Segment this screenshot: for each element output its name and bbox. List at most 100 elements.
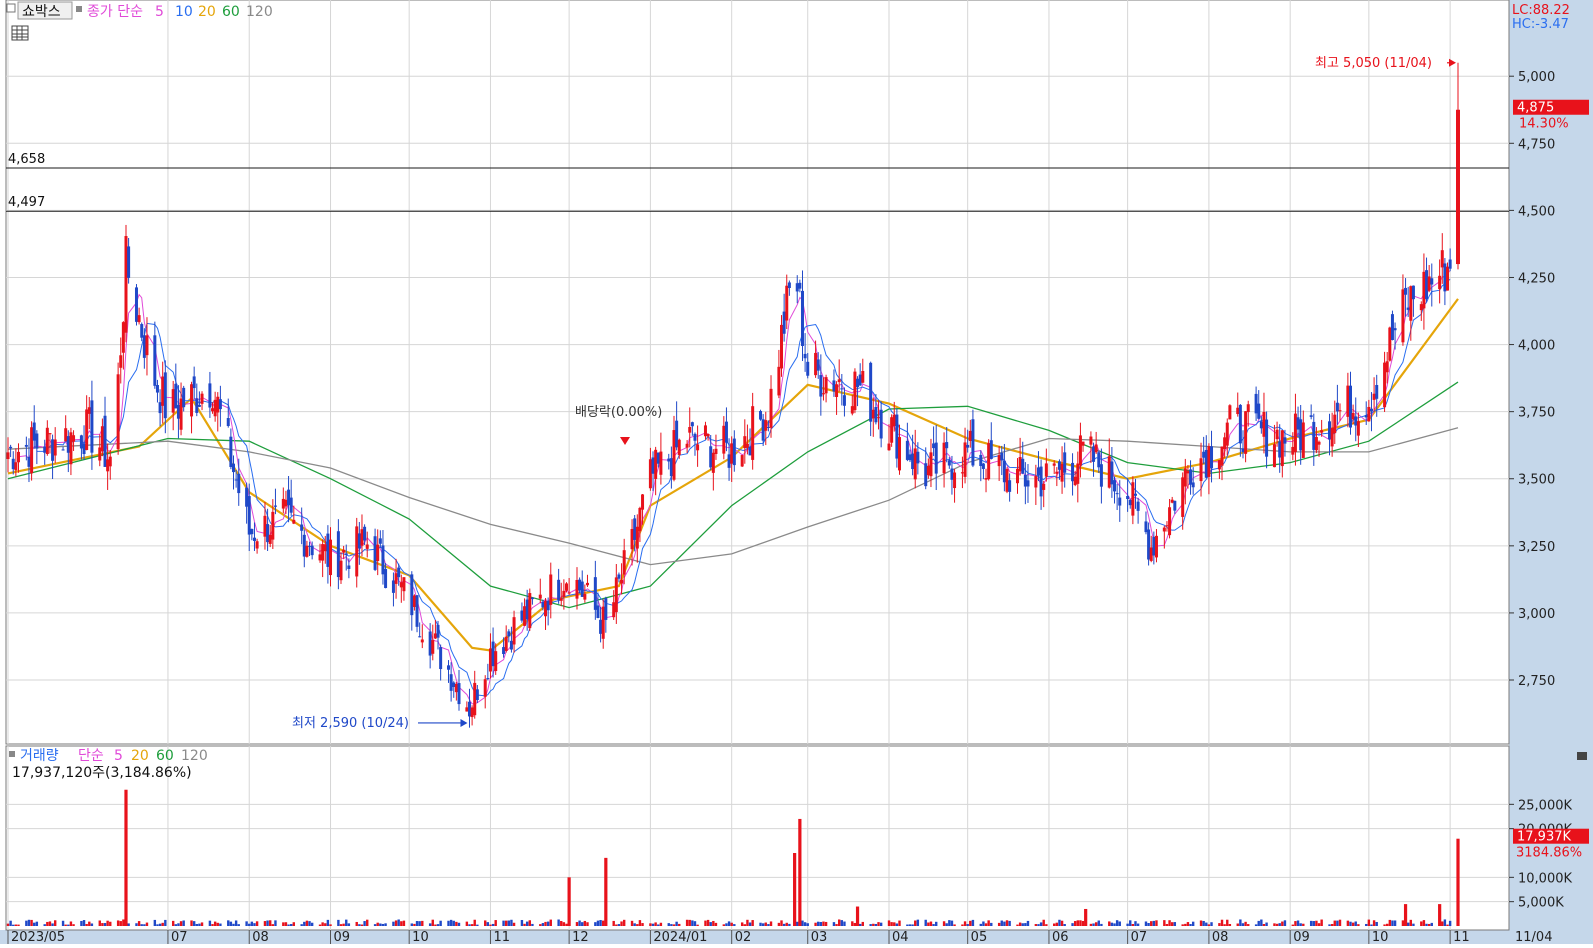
volume-bar [1346, 920, 1350, 926]
hline-4658-label: 4,658 [8, 152, 45, 167]
candle-body [1136, 501, 1140, 511]
volume-bar [436, 924, 440, 926]
candle-body [879, 409, 883, 439]
volume-bar [748, 922, 752, 926]
volume-bar [145, 922, 149, 926]
candle-body [541, 601, 545, 608]
volume-bar [402, 920, 406, 926]
candle-body [457, 683, 461, 705]
candle-body [1388, 327, 1392, 361]
volume-bar [379, 923, 382, 926]
volume-bar [284, 922, 288, 926]
table-view-icon[interactable] [11, 25, 29, 41]
volume-bar [363, 921, 366, 926]
volume-bar [1024, 923, 1027, 926]
candle-body [431, 640, 435, 654]
volume-bar [814, 922, 817, 926]
candle-body [850, 406, 854, 414]
volume-bar [528, 920, 531, 926]
volume-bar [1110, 922, 1114, 926]
volume-panel-close-icon[interactable] [1577, 752, 1587, 760]
volume-bar [489, 924, 492, 926]
volume-bar [929, 921, 933, 926]
candle-body [231, 463, 235, 473]
candle-body [780, 324, 784, 369]
hline-4497-label: 4,497 [8, 195, 45, 210]
volume-bar [439, 920, 442, 926]
candle-body [30, 427, 34, 474]
current-volume-pct: 3184.86% [1516, 846, 1582, 861]
candle-body [454, 683, 458, 693]
volume-bar [691, 920, 694, 926]
volume-bar [179, 921, 183, 926]
stock-chart[interactable]: 4,658 4,497 쇼박스 종가 단순 5 10 20 60 120 거래량… [0, 0, 1593, 945]
volume-bar [27, 919, 31, 926]
volume-bar [1168, 920, 1171, 926]
volume-bar [339, 924, 343, 926]
volume-bar [85, 924, 88, 926]
candle-body [895, 414, 899, 459]
volume-bar [227, 920, 230, 926]
candle-body [924, 463, 928, 487]
volume-bar [966, 924, 969, 926]
candle-body [1063, 452, 1067, 473]
price-tick-label: 4,000 [1518, 339, 1555, 354]
candle-body [483, 679, 487, 697]
candle-body [1071, 462, 1075, 482]
volume-bar [25, 920, 28, 926]
volume-bar [1315, 920, 1318, 926]
candle-body [641, 494, 645, 510]
x-tick-label: 10 [1372, 930, 1389, 944]
volume-bar [1097, 920, 1100, 926]
candle-body [229, 436, 233, 468]
candle-body [174, 383, 178, 409]
volume-bar [400, 921, 403, 926]
candle-body [520, 610, 524, 621]
candle-body [300, 524, 304, 531]
candle-body [766, 426, 770, 428]
volume-bar [1333, 920, 1336, 926]
volume-bar [780, 920, 783, 926]
candle-body [439, 647, 443, 670]
volume-bar [35, 921, 39, 926]
candle-body [740, 455, 744, 467]
volume-bar [832, 922, 836, 926]
candle-body [90, 400, 94, 453]
volume-bar [347, 923, 351, 926]
volume-bar [1042, 919, 1045, 926]
volume-bar [1205, 922, 1208, 926]
volume-bar [103, 923, 107, 926]
volume-bar [1003, 921, 1006, 926]
candle-body [824, 377, 828, 394]
candle-body [1338, 410, 1342, 412]
volume-bar [1005, 920, 1009, 926]
volume-bar [803, 922, 807, 926]
candle-body [795, 283, 799, 292]
volume-bar [1092, 923, 1095, 926]
candle-body [1147, 529, 1151, 560]
volume-bar [9, 920, 12, 926]
candle-body [1055, 471, 1059, 474]
volume-bar [447, 920, 450, 926]
candle-body [861, 370, 865, 383]
candle-body [1393, 328, 1397, 331]
volume-bar [1427, 923, 1431, 926]
candle-body [79, 435, 83, 449]
volume-bar [1000, 920, 1003, 926]
volume-bar [1073, 921, 1077, 926]
candle-body [1186, 471, 1190, 474]
chart-canvas: 4,658 4,497 쇼박스 종가 단순 5 10 20 60 120 거래량… [0, 0, 1593, 945]
candle-body [1191, 482, 1195, 488]
volume-spike-bar [793, 853, 797, 926]
candle-body [195, 398, 199, 413]
volume-bar [468, 924, 471, 926]
legend-box-icon [6, 3, 16, 13]
volume-bar [785, 922, 788, 926]
volume-bar [651, 923, 655, 926]
volume-bar [1296, 920, 1300, 926]
candle-body [1296, 417, 1300, 430]
volume-bar [1406, 922, 1410, 926]
candle-body [711, 452, 715, 473]
ma20-legend: 20 [198, 4, 216, 20]
candle-body [310, 545, 314, 556]
